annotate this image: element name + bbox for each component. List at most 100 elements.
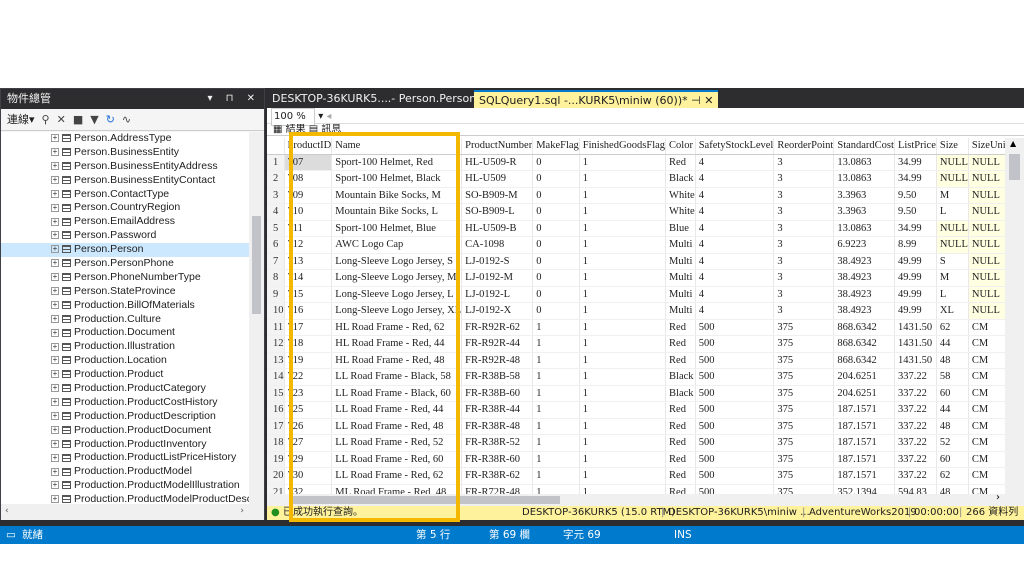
table-cell[interactable]: 1 <box>579 187 667 204</box>
table-cell[interactable]: 4 <box>695 170 775 188</box>
table-cell[interactable]: NULL <box>968 203 1005 221</box>
column-header[interactable]: ListPrice <box>894 138 937 155</box>
table-cell[interactable]: Red <box>665 154 696 171</box>
column-header[interactable]: Size <box>936 138 969 155</box>
expand-icon[interactable]: + <box>51 384 59 393</box>
tree-item[interactable]: + Production.ProductModelProductDescr <box>1 493 249 504</box>
table-cell[interactable]: 500 <box>695 368 775 386</box>
table-cell[interactable]: 1 <box>579 401 667 419</box>
table-cell[interactable]: 1 <box>532 385 580 402</box>
table-cell[interactable]: 500 <box>695 434 775 452</box>
table-cell[interactable]: L <box>936 286 969 303</box>
table-cell[interactable]: FR-R38R-60 <box>461 451 534 468</box>
stop-icon[interactable]: ■ <box>73 109 83 131</box>
table-cell[interactable]: 4 <box>695 302 775 320</box>
table-cell[interactable]: Black <box>665 368 696 386</box>
table-cell[interactable]: 34.99 <box>894 170 937 188</box>
column-header[interactable]: MakeFlag <box>532 138 580 155</box>
table-cell[interactable]: 0 <box>532 236 580 254</box>
table-cell[interactable]: 48 <box>936 418 969 435</box>
table-cell[interactable]: 1 <box>532 451 580 468</box>
table-cell[interactable]: 38.4923 <box>833 269 895 287</box>
table-row[interactable]: 21 732 ML Road Frame - Red, 48 FR-R72R-48 1 1… <box>267 484 1005 494</box>
table-cell[interactable]: AWC Logo Cap <box>331 236 463 254</box>
table-cell[interactable]: 1 <box>532 368 580 386</box>
expand-icon[interactable]: + <box>51 328 59 337</box>
table-cell[interactable]: Multi <box>665 269 696 287</box>
table-cell[interactable]: CM <box>968 385 1005 402</box>
table-cell[interactable]: 4 <box>695 269 775 287</box>
table-cell[interactable]: LL Road Frame - Red, 48 <box>331 418 463 435</box>
chevron-down-icon[interactable]: ▾ <box>318 111 323 122</box>
table-cell[interactable]: 500 <box>695 484 775 494</box>
table-cell[interactable]: Red <box>665 319 696 336</box>
table-cell[interactable]: HL-U509 <box>461 170 534 188</box>
table-cell[interactable]: 4 <box>695 203 775 221</box>
table-cell[interactable]: 34.99 <box>894 220 937 237</box>
table-cell[interactable]: 0 <box>532 203 580 221</box>
table-cell[interactable]: LL Road Frame - Black, 60 <box>331 385 463 402</box>
table-cell[interactable]: 1 <box>579 467 667 485</box>
table-cell[interactable]: HL-U509-R <box>461 154 534 171</box>
table-row[interactable]: 5 711 Sport-100 Helmet, Blue HL-U509-B 0 1 Blu… <box>267 220 1005 237</box>
table-cell[interactable]: 8.99 <box>894 236 937 254</box>
table-cell[interactable]: 500 <box>695 352 775 369</box>
expand-icon[interactable]: + <box>51 259 59 268</box>
table-cell[interactable]: CM <box>968 401 1005 419</box>
table-row[interactable]: 13 719 HL Road Frame - Red, 48 FR-R92R-48 1 1… <box>267 352 1005 369</box>
table-cell[interactable]: 337.22 <box>894 418 937 435</box>
table-cell[interactable]: 732 <box>284 484 333 494</box>
table-cell[interactable]: NULL <box>936 170 969 188</box>
table-cell[interactable]: NULL <box>968 253 1005 270</box>
table-cell[interactable]: 729 <box>284 451 333 468</box>
table-cell[interactable]: HL Road Frame - Red, 62 <box>331 319 463 336</box>
table-cell[interactable]: 187.1571 <box>833 418 895 435</box>
table-cell[interactable]: Sport-100 Helmet, Red <box>331 154 463 171</box>
table-cell[interactable]: 3 <box>773 187 835 204</box>
table-cell[interactable]: 1431.50 <box>894 352 937 369</box>
tree-item[interactable]: + Production.ProductCategory <box>1 382 249 396</box>
table-cell[interactable]: CM <box>968 319 1005 336</box>
table-cell[interactable]: 3 <box>773 220 835 237</box>
table-cell[interactable]: 38.4923 <box>833 286 895 303</box>
column-header[interactable]: SafetyStockLevel <box>695 138 775 155</box>
table-cell[interactable]: LL Road Frame - Red, 44 <box>331 401 463 419</box>
table-cell[interactable]: 712 <box>284 236 333 254</box>
expand-icon[interactable]: + <box>51 217 59 226</box>
table-cell[interactable]: White <box>665 187 696 204</box>
table-cell[interactable]: 52 <box>936 434 969 452</box>
table-cell[interactable]: 375 <box>773 319 835 336</box>
tree-item[interactable]: + Production.ProductModel <box>1 465 249 479</box>
row-number[interactable]: 16 <box>267 401 285 419</box>
table-cell[interactable]: NULL <box>968 302 1005 320</box>
expand-icon[interactable]: + <box>51 300 59 309</box>
tree-item[interactable]: + Production.ProductInventory <box>1 438 249 452</box>
tree-item[interactable]: + Person.PhoneNumberType <box>1 271 249 285</box>
table-cell[interactable]: FR-R38R-52 <box>461 434 534 452</box>
table-cell[interactable]: White <box>665 203 696 221</box>
table-cell[interactable]: LJ-0192-X <box>461 302 534 320</box>
table-row[interactable]: 15 723 LL Road Frame - Black, 60 FR-R38B-60… <box>267 385 1005 402</box>
expand-icon[interactable]: + <box>51 203 59 212</box>
panel-pin-controls[interactable]: ▾ ⊓ ✕ <box>207 89 260 109</box>
row-number[interactable]: 20 <box>267 467 285 485</box>
table-cell[interactable]: 713 <box>284 253 333 270</box>
row-number[interactable]: 13 <box>267 352 285 369</box>
table-cell[interactable]: 1 <box>579 170 667 188</box>
table-cell[interactable]: 1 <box>579 434 667 452</box>
table-cell[interactable]: Multi <box>665 302 696 320</box>
table-cell[interactable]: 62 <box>936 319 969 336</box>
table-cell[interactable]: 375 <box>773 385 835 402</box>
table-cell[interactable]: SO-B909-L <box>461 203 534 221</box>
table-cell[interactable]: 1 <box>532 401 580 419</box>
table-cell[interactable]: FR-R38R-44 <box>461 401 534 419</box>
row-number[interactable]: 6 <box>267 236 285 254</box>
tree-item[interactable]: + Person.ContactType <box>1 188 249 202</box>
tab-sqlquery1[interactable]: SQLQuery1.sql -...KURK5\miniw (60))* ⊣ ✕ <box>474 90 719 108</box>
table-cell[interactable]: NULL <box>936 220 969 237</box>
table-cell[interactable]: 1 <box>532 335 580 353</box>
table-cell[interactable]: 187.1571 <box>833 434 895 452</box>
table-cell[interactable]: FR-R92R-48 <box>461 352 534 369</box>
table-cell[interactable]: CM <box>968 451 1005 468</box>
table-cell[interactable]: 3 <box>773 253 835 270</box>
